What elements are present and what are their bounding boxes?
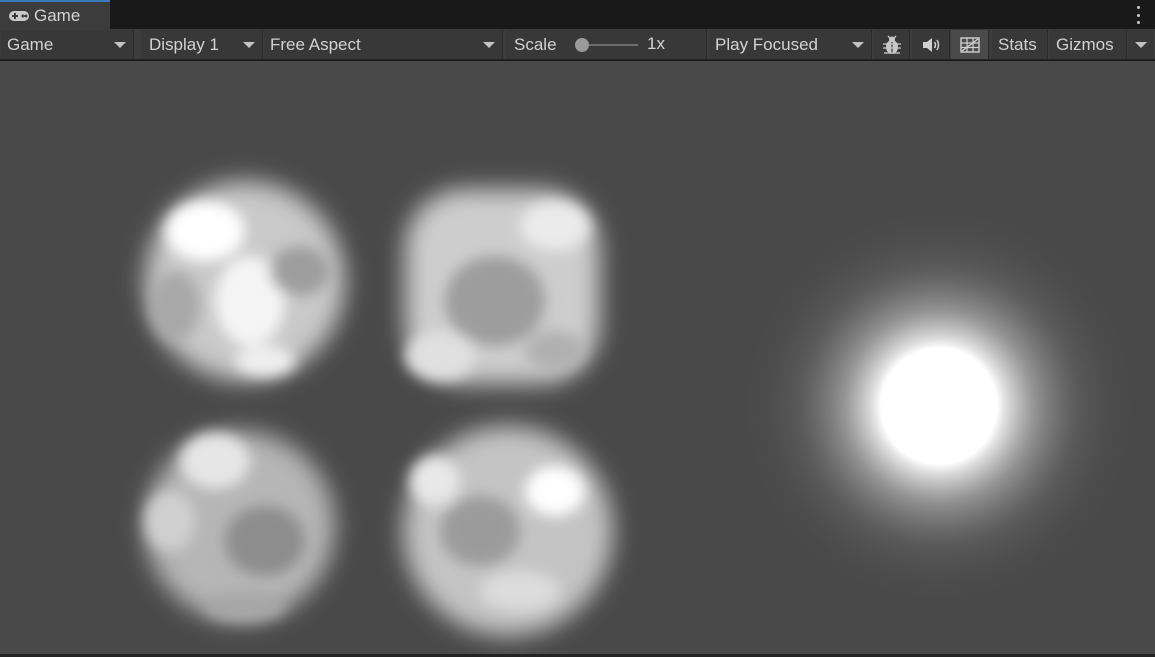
- aspect-label: Free Aspect: [270, 34, 361, 54]
- grid-icon: [959, 36, 980, 53]
- grid-toggle[interactable]: [951, 30, 989, 59]
- view-mode-label: Game: [7, 34, 54, 54]
- display-dropdown[interactable]: Display 1: [141, 30, 263, 59]
- speaker-icon: [922, 37, 939, 52]
- aspect-dropdown[interactable]: Free Aspect: [264, 30, 503, 59]
- scale-control: Scale 1x: [506, 30, 707, 59]
- debug-toggle[interactable]: [874, 30, 910, 59]
- chevron-down-icon: [114, 42, 126, 48]
- stats-label: Stats: [998, 34, 1037, 54]
- smoke-puff-sprite: [145, 431, 335, 621]
- play-mode-label: Play Focused: [715, 34, 818, 54]
- chevron-down-icon: [852, 42, 864, 48]
- smoke-puff-sprite: [145, 181, 345, 381]
- bug-icon: [882, 35, 901, 54]
- gizmos-label: Gizmos: [1056, 34, 1114, 54]
- smoke-puff-sprite: [403, 426, 613, 636]
- gizmos-dropdown[interactable]: [1128, 30, 1154, 59]
- scale-value: 1x: [647, 34, 665, 53]
- scale-label: Scale: [514, 34, 557, 54]
- view-mode-dropdown[interactable]: Game: [1, 30, 134, 59]
- play-mode-dropdown[interactable]: Play Focused: [709, 30, 872, 59]
- kebab-menu-icon[interactable]: [1135, 6, 1141, 24]
- gizmos-button[interactable]: Gizmos: [1050, 30, 1127, 59]
- chevron-down-icon: [483, 42, 495, 48]
- stats-button[interactable]: Stats: [992, 30, 1048, 59]
- chevron-down-icon: [1135, 42, 1147, 48]
- game-window: Game Game Display 1 Free Aspect Scale 1x…: [0, 0, 1155, 657]
- smoke-puff-sprite: [405, 189, 600, 384]
- audio-toggle[interactable]: [912, 30, 950, 59]
- chevron-down-icon: [243, 42, 255, 48]
- game-viewport[interactable]: [0, 61, 1155, 654]
- glow-orb-sprite: [739, 206, 1139, 606]
- scale-slider-handle[interactable]: [575, 38, 589, 52]
- tab-label: Game: [34, 5, 81, 25]
- game-toolbar: Game Display 1 Free Aspect Scale 1x Play…: [0, 29, 1155, 60]
- tab-game[interactable]: Game: [0, 0, 110, 29]
- scene-render: [145, 181, 1139, 636]
- tab-strip: Game: [0, 0, 1155, 29]
- display-label: Display 1: [149, 34, 219, 54]
- gamepad-icon: [9, 10, 29, 21]
